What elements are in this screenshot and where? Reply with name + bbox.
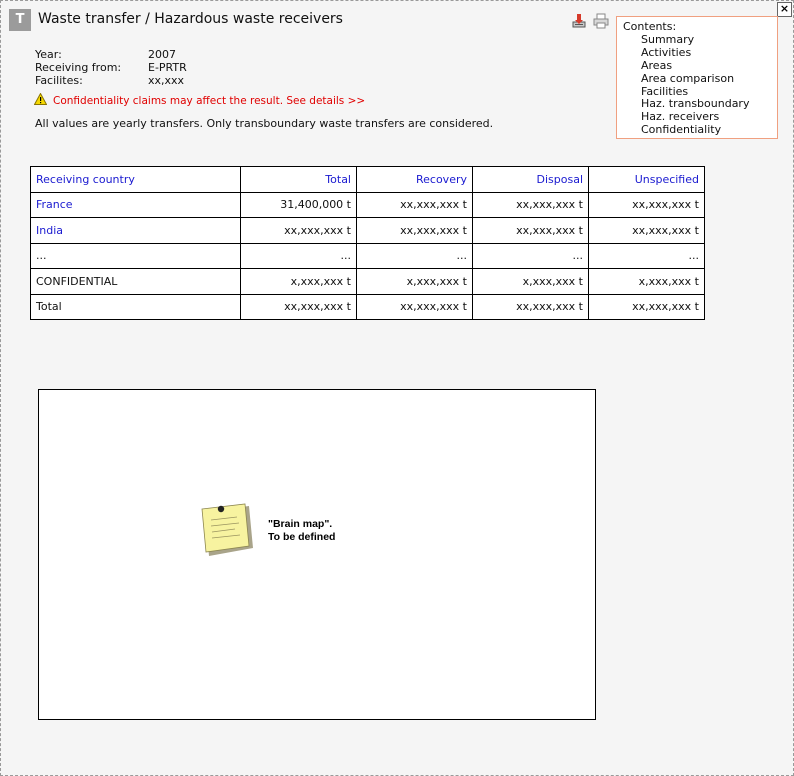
row-label: ...: [30, 242, 241, 269]
country-link[interactable]: India: [30, 217, 241, 244]
table-cell: xx,xxx,xxx t: [240, 293, 357, 320]
table-cell: ...: [588, 242, 705, 269]
table-cell: xx,xxx,xxx t: [240, 217, 357, 244]
year-label: Year:: [35, 48, 62, 61]
brain-map-placeholder: "Brain map". To be defined: [268, 518, 335, 544]
table-row: France 31,400,000 t xx,xxx,xxx t xx,xxx,xxx…: [30, 191, 705, 218]
table-header-row: Receiving country Total Recovery Disposal Un…: [30, 166, 705, 193]
table-row: ...............: [30, 242, 705, 269]
table-cell: x,xxx,xxx t: [356, 268, 473, 295]
download-icon[interactable]: [571, 13, 587, 29]
table-cell: xx,xxx,xxx t: [356, 217, 473, 244]
transfer-note: All values are yearly transfers. Only tr…: [35, 117, 494, 130]
warning-icon: [33, 92, 48, 108]
sticky-note-icon: [199, 502, 255, 562]
receiving-value: E-PRTR: [148, 61, 187, 74]
table-cell: xx,xxx,xxx t: [356, 191, 473, 218]
warning-text: Confidentiality claims may affect the re…: [53, 94, 366, 107]
page-title: Waste transfer / Hazardous waste receive…: [38, 11, 343, 27]
print-icon[interactable]: [593, 13, 609, 29]
contents-panel: Contents: Summary Activities Areas Area com…: [616, 16, 778, 139]
table-cell: x,xxx,xxx t: [472, 268, 589, 295]
table-cell: xx,xxx,xxx t: [588, 293, 705, 320]
table-cell: xx,xxx,xxx t: [588, 191, 705, 218]
column-header[interactable]: Unspecified: [588, 166, 705, 193]
contents-heading: Contents:: [623, 20, 677, 33]
column-header[interactable]: Total: [240, 166, 357, 193]
contents-item[interactable]: Activities: [641, 46, 771, 60]
brain-map-subtitle: To be defined: [268, 531, 336, 543]
facilities-value: xx,xxx: [148, 74, 185, 87]
contents-item[interactable]: Areas: [641, 59, 771, 73]
table-cell: xx,xxx,xxx t: [472, 293, 589, 320]
table-cell: xx,xxx,xxx t: [356, 293, 473, 320]
table-row: Total xx,xxx,xxx t xx,xxx,xxx t xx,xxx,xxx …: [30, 293, 705, 320]
toolbar: [571, 13, 609, 29]
year-value: 2007: [148, 48, 176, 61]
report-frame: × T Waste transfer / Hazardous waste rec…: [0, 0, 794, 776]
table-cell: 31,400,000 t: [240, 191, 357, 218]
table-cell: ...: [356, 242, 473, 269]
table-row: CONFIDENTIAL x,xxx,xxx t x,xxx,xxx t x,xxx,…: [30, 268, 705, 295]
receivers-table: Receiving country Total Recovery Disposal Un…: [30, 166, 705, 320]
column-header[interactable]: Disposal: [472, 166, 589, 193]
table-cell: xx,xxx,xxx t: [472, 191, 589, 218]
receiving-label: Receiving from:: [35, 61, 122, 74]
column-header[interactable]: Recovery: [356, 166, 473, 193]
table-cell: x,xxx,xxx t: [588, 268, 705, 295]
contents-item[interactable]: Area comparison: [641, 72, 771, 86]
close-button[interactable]: ×: [777, 2, 792, 17]
table-row: India xx,xxx,xxx t xx,xxx,xxx t xx,xxx,xxx …: [30, 217, 705, 244]
country-link[interactable]: France: [30, 191, 241, 218]
brain-map-title: "Brain map".: [268, 518, 333, 530]
row-label: Total: [30, 293, 241, 320]
type-badge: T: [9, 9, 31, 31]
column-header[interactable]: Receiving country: [30, 166, 241, 193]
contents-item[interactable]: Confidentiality: [641, 123, 771, 137]
facilities-label: Facilites:: [35, 74, 83, 87]
contents-list: Summary Activities Areas Area comparison Fac…: [623, 33, 771, 137]
report-meta: Year: 2007 Receiving from: E-PRTR Facilite…: [35, 48, 187, 87]
confidentiality-warning-link[interactable]: Confidentiality claims may affect the re…: [33, 92, 366, 108]
table-cell: ...: [240, 242, 357, 269]
table-cell: ...: [472, 242, 589, 269]
table-cell: xx,xxx,xxx t: [588, 217, 705, 244]
row-label: CONFIDENTIAL: [30, 268, 241, 295]
brain-map-area: "Brain map". To be defined: [38, 389, 596, 720]
table-cell: xx,xxx,xxx t: [472, 217, 589, 244]
table-cell: x,xxx,xxx t: [240, 268, 357, 295]
contents-item[interactable]: Summary: [641, 33, 771, 47]
